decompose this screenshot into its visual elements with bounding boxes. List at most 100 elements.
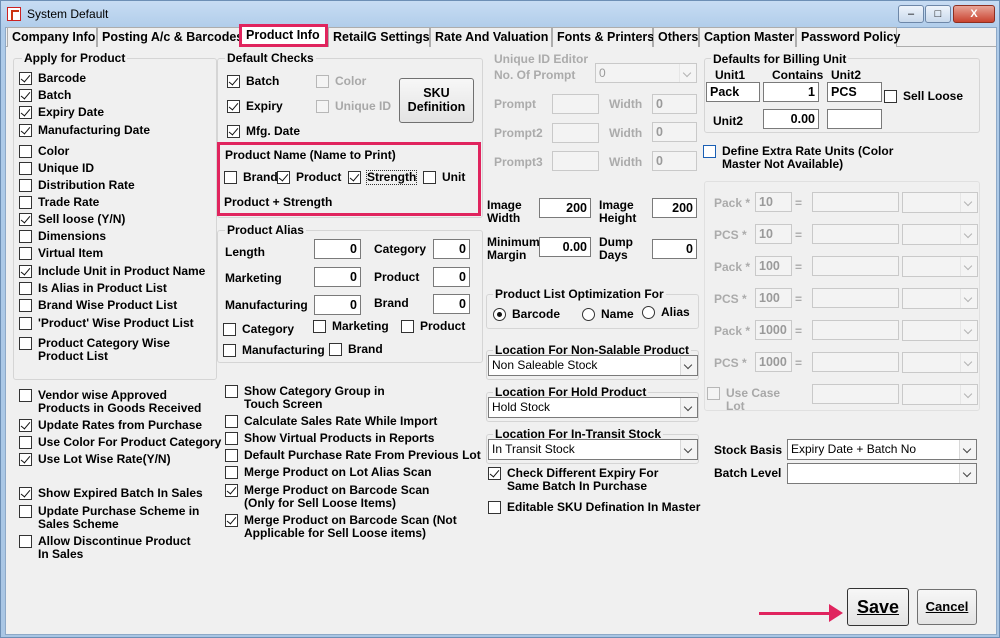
tab-retailg-settings[interactable]: RetailG Settings bbox=[328, 27, 430, 47]
tab-posting-barcodes[interactable]: Posting A/c & Barcodes bbox=[97, 27, 243, 47]
checkbox-box[interactable] bbox=[19, 72, 32, 85]
merge-barcode-not-loose-checkbox[interactable]: Merge Product on Barcode Scan (Not Appli… bbox=[225, 514, 475, 542]
checkbox-box[interactable] bbox=[223, 344, 236, 357]
rate-value-input[interactable] bbox=[812, 320, 899, 340]
width2-input[interactable]: 0 bbox=[652, 122, 697, 142]
radio-dot[interactable] bbox=[582, 308, 595, 321]
minimize-button[interactable]: – bbox=[898, 5, 924, 23]
hold-select[interactable]: Hold Stock bbox=[488, 397, 698, 418]
alias-brand-input[interactable]: 0 bbox=[433, 294, 470, 314]
rate-value-input[interactable] bbox=[812, 192, 899, 212]
checkbox-box[interactable] bbox=[19, 487, 32, 500]
checkbox-box[interactable] bbox=[227, 100, 240, 113]
checkbox-box[interactable] bbox=[19, 179, 32, 192]
batch-level-select[interactable] bbox=[787, 463, 977, 484]
unit2-input[interactable]: PCS bbox=[827, 82, 882, 102]
checkbox-box[interactable] bbox=[19, 265, 32, 278]
rate-unit-input[interactable]: 1000 bbox=[755, 320, 792, 340]
rate-value-input[interactable] bbox=[812, 256, 899, 276]
tab-fonts-printers[interactable]: Fonts & Printers bbox=[552, 27, 654, 47]
minimum-margin-input[interactable]: 0.00 bbox=[539, 237, 591, 257]
alias-manufacturing-input[interactable]: 0 bbox=[314, 295, 361, 315]
rate-unit-select[interactable] bbox=[902, 224, 978, 245]
image-width-input[interactable]: 200 bbox=[539, 198, 591, 218]
checkbox-box[interactable] bbox=[316, 75, 329, 88]
checkbox-box[interactable] bbox=[884, 90, 897, 103]
checkbox-box[interactable] bbox=[707, 387, 720, 400]
checkbox-box[interactable] bbox=[277, 171, 290, 184]
dump-days-input[interactable]: 0 bbox=[652, 239, 697, 259]
checkbox-box[interactable] bbox=[401, 320, 414, 333]
checkbox-box[interactable] bbox=[223, 323, 236, 336]
checkbox-box[interactable] bbox=[488, 467, 501, 480]
checkbox-box[interactable] bbox=[313, 320, 326, 333]
alias-marketing-input[interactable]: 0 bbox=[314, 267, 361, 287]
rate-value-input[interactable] bbox=[812, 224, 899, 244]
tab-password-policy[interactable]: Password Policy bbox=[796, 27, 900, 47]
checkbox-box[interactable] bbox=[19, 196, 32, 209]
use-case-lot-checkbox[interactable]: Use Case Lot bbox=[707, 387, 797, 415]
rate-unit-select[interactable] bbox=[902, 320, 978, 341]
tab-product-info[interactable]: Product Info bbox=[239, 24, 328, 47]
tab-company-info[interactable]: Company Info bbox=[7, 27, 97, 47]
rate-unit-input[interactable]: 10 bbox=[755, 224, 792, 244]
no-of-prompt-select[interactable]: 0 bbox=[595, 63, 697, 83]
vendor-wise-approved-checkbox[interactable]: Vendor wise Approved Products in Goods R… bbox=[19, 389, 209, 417]
checkbox-box[interactable] bbox=[329, 343, 342, 356]
checkbox-box[interactable] bbox=[19, 535, 32, 548]
merge-barcode-loose-checkbox[interactable]: Merge Product on Barcode Scan (Only for … bbox=[225, 484, 465, 512]
checkbox-box[interactable] bbox=[225, 484, 238, 497]
checkbox-box[interactable] bbox=[227, 125, 240, 138]
cancel-button[interactable]: Cancel bbox=[917, 589, 977, 625]
checkbox-box[interactable] bbox=[488, 501, 501, 514]
checkbox-box[interactable] bbox=[19, 505, 32, 518]
rate-unit-select[interactable] bbox=[902, 256, 978, 277]
rate-unit-input[interactable]: 10 bbox=[755, 192, 792, 212]
unit2-rate-input[interactable]: 0.00 bbox=[763, 109, 819, 129]
alias-length-input[interactable]: 0 bbox=[314, 239, 361, 259]
checkbox-box[interactable] bbox=[225, 466, 238, 479]
checkbox-box[interactable] bbox=[19, 247, 32, 260]
checkbox-box[interactable] bbox=[19, 389, 32, 402]
maximize-button[interactable]: □ bbox=[925, 5, 951, 23]
unit1-input[interactable]: Pack bbox=[706, 82, 760, 102]
checkbox-box[interactable] bbox=[227, 75, 240, 88]
tab-rate-valuation[interactable]: Rate And Valuation bbox=[430, 27, 552, 47]
contains-input[interactable]: 1 bbox=[763, 82, 819, 102]
rate-unit-input[interactable]: 1000 bbox=[755, 352, 792, 372]
non-salable-select[interactable]: Non Saleable Stock bbox=[488, 355, 698, 376]
checkbox-box[interactable] bbox=[19, 124, 32, 137]
checkbox-box[interactable] bbox=[19, 145, 32, 158]
update-purchase-scheme-checkbox[interactable]: Update Purchase Scheme in Sales Scheme bbox=[19, 505, 209, 533]
alias-category-input[interactable]: 0 bbox=[433, 239, 470, 259]
category-group-touch-checkbox[interactable]: Show Category Group in Touch Screen bbox=[225, 385, 465, 413]
checkbox-box[interactable] bbox=[19, 337, 32, 350]
radio-dot[interactable] bbox=[642, 306, 655, 319]
sku-definition-button[interactable]: SKU Definition bbox=[399, 78, 474, 123]
close-button[interactable]: X bbox=[953, 5, 995, 23]
checkbox-box[interactable] bbox=[225, 514, 238, 527]
case-lot-select[interactable] bbox=[902, 384, 978, 405]
rate-value-input[interactable] bbox=[812, 352, 899, 372]
checkbox-box[interactable] bbox=[225, 415, 238, 428]
stock-basis-select[interactable]: Expiry Date + Batch No bbox=[787, 439, 977, 460]
rate-unit-input[interactable]: 100 bbox=[755, 256, 792, 276]
width3-input[interactable]: 0 bbox=[652, 151, 697, 171]
tab-others[interactable]: Others bbox=[653, 27, 699, 47]
check-diff-expiry-checkbox[interactable]: Check Different Expiry For Same Batch In… bbox=[488, 467, 688, 495]
rate-unit-select[interactable] bbox=[902, 288, 978, 309]
case-lot-value-input[interactable] bbox=[812, 384, 899, 404]
rate-unit-input[interactable]: 100 bbox=[755, 288, 792, 308]
transit-select[interactable]: In Transit Stock bbox=[488, 439, 698, 460]
unit2-extra-input[interactable] bbox=[827, 109, 882, 129]
checkbox-box[interactable] bbox=[225, 432, 238, 445]
checkbox-box[interactable] bbox=[19, 282, 32, 295]
prompt3-input[interactable] bbox=[552, 151, 599, 171]
checkbox-box[interactable] bbox=[423, 171, 436, 184]
checkbox-box[interactable] bbox=[348, 171, 361, 184]
rate-unit-select[interactable] bbox=[902, 192, 978, 213]
prompt2-input[interactable] bbox=[552, 123, 599, 143]
rate-value-input[interactable] bbox=[812, 288, 899, 308]
checkbox-box[interactable] bbox=[19, 230, 32, 243]
image-height-input[interactable]: 200 bbox=[652, 198, 697, 218]
